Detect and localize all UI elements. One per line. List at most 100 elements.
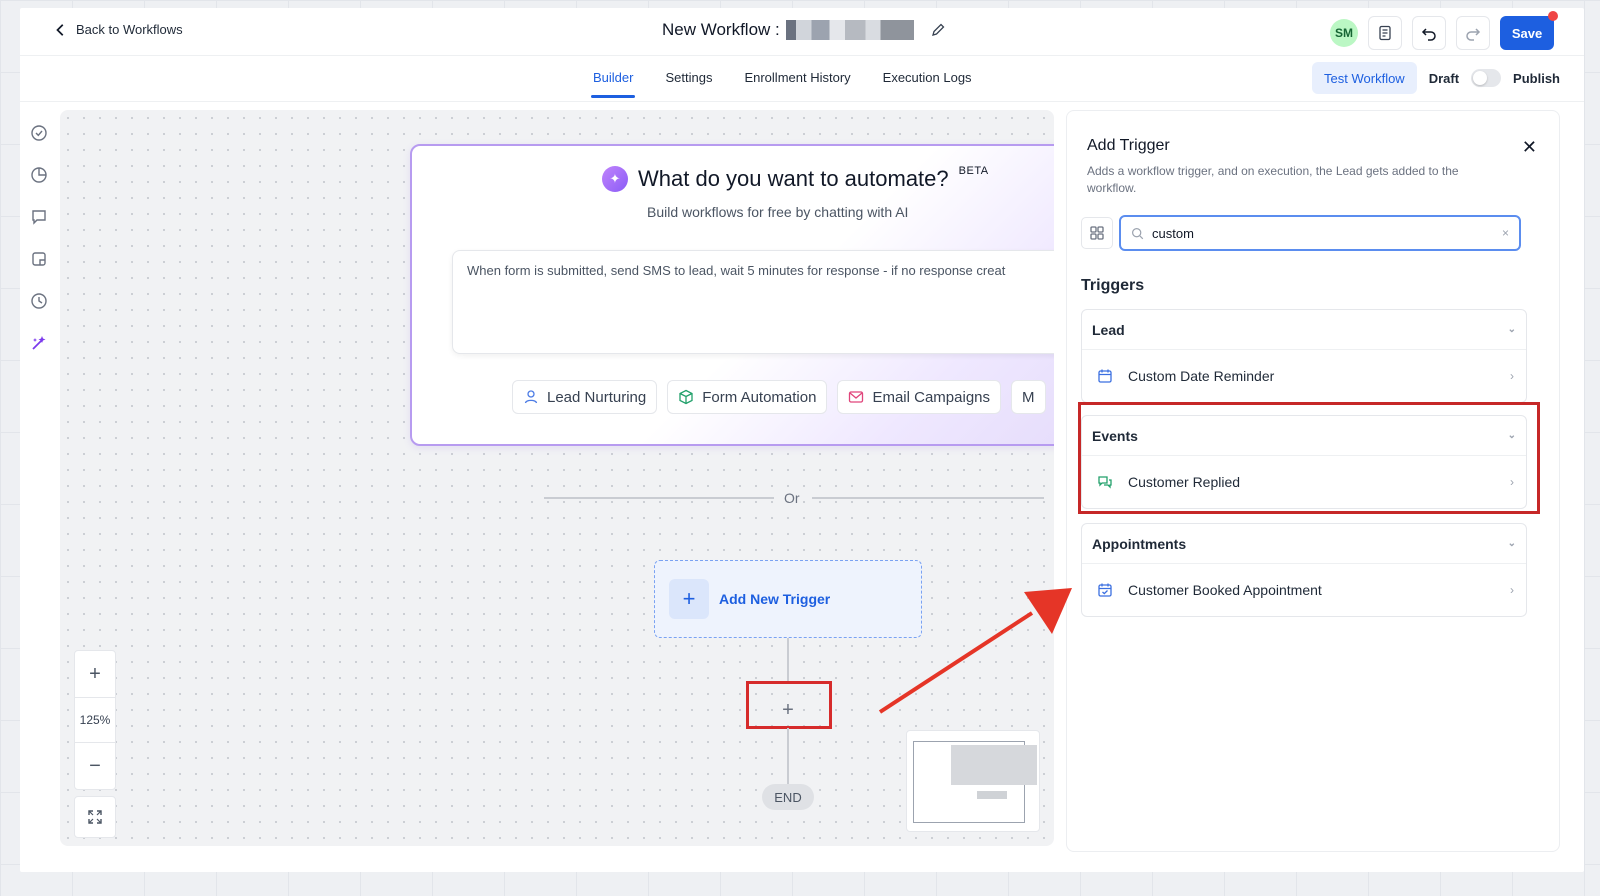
group-header-appointments[interactable]: Appointments ⌄	[1082, 524, 1526, 564]
calendar-icon	[1094, 365, 1116, 387]
publish-label: Publish	[1513, 70, 1560, 86]
connector-line	[787, 638, 789, 684]
chevron-left-icon	[56, 23, 64, 36]
grid-icon	[1090, 226, 1104, 240]
add-trigger-label: Add New Trigger	[719, 591, 831, 607]
trigger-group-appointments: Appointments ⌄ Customer Booked Appointme…	[1081, 523, 1527, 617]
group-title: Lead	[1092, 321, 1125, 338]
user-icon	[524, 390, 538, 404]
test-workflow-button[interactable]: Test Workflow	[1312, 62, 1417, 94]
search-icon	[1132, 227, 1144, 239]
chip-email-campaigns[interactable]: Email Campaigns	[837, 380, 1001, 414]
highlight-box-events	[1078, 402, 1540, 514]
draft-label: Draft	[1428, 70, 1460, 86]
undo-button[interactable]	[1412, 16, 1446, 50]
zoom-out-button[interactable]: −	[75, 743, 115, 789]
chevron-down-icon: ⌄	[1507, 538, 1516, 549]
tab-actions: Test Workflow Draft Publish	[1312, 62, 1560, 94]
chip-label: Form Automation	[702, 388, 817, 406]
document-button[interactable]	[1368, 16, 1402, 50]
fit-view-button[interactable]	[74, 796, 116, 838]
grid-view-button[interactable]	[1081, 217, 1113, 249]
panel-description: Adds a workflow trigger, and on executio…	[1087, 164, 1459, 195]
undo-icon	[1421, 28, 1436, 41]
close-icon[interactable]: ✕	[1522, 137, 1537, 158]
back-to-workflows-link[interactable]: Back to Workflows	[54, 22, 183, 37]
calendar-check-icon	[1094, 579, 1116, 601]
back-label: Back to Workflows	[76, 22, 183, 37]
ai-sparkle-icon: ✦	[602, 166, 628, 192]
chip-label: M	[1022, 388, 1035, 406]
trigger-item-customer-booked-appointment[interactable]: Customer Booked Appointment ›	[1082, 564, 1526, 616]
minimap[interactable]	[906, 730, 1040, 832]
check-circle-icon[interactable]	[30, 124, 48, 142]
workflow-title: New Workflow :	[662, 20, 946, 40]
trigger-item-custom-date-reminder[interactable]: Custom Date Reminder ›	[1082, 350, 1526, 402]
chip-more[interactable]: M	[1011, 380, 1046, 414]
avatar[interactable]: SM	[1330, 19, 1358, 47]
workflow-title-text: New Workflow :	[662, 20, 780, 39]
ai-card-header: ✦ What do you want to automate? BETA	[602, 165, 989, 192]
publish-toggle[interactable]	[1471, 69, 1502, 87]
divider-line	[812, 497, 1044, 499]
suggestion-chips: Lead Nurturing Form Automation Email Cam…	[512, 380, 1046, 414]
plus-icon: +	[669, 579, 709, 619]
redo-icon	[1466, 28, 1481, 41]
redo-button[interactable]	[1456, 16, 1490, 50]
comment-icon[interactable]	[30, 208, 48, 226]
group-title: Appointments	[1092, 535, 1187, 552]
tab-settings[interactable]: Settings	[665, 56, 712, 102]
redacted-workflow-name	[785, 20, 914, 40]
or-divider: Or	[544, 488, 1044, 508]
trigger-search-field[interactable]: ×	[1119, 215, 1521, 251]
magic-sparkle-icon[interactable]	[30, 334, 48, 352]
chip-form-automation[interactable]: Form Automation	[667, 380, 828, 414]
trigger-item-label: Custom Date Reminder	[1128, 368, 1275, 384]
trigger-group-lead: Lead ⌄ Custom Date Reminder ›	[1081, 309, 1527, 403]
expand-icon	[88, 810, 102, 824]
chip-label: Lead Nurturing	[547, 388, 647, 406]
pencil-icon[interactable]	[930, 22, 946, 38]
search-input[interactable]	[1152, 225, 1494, 241]
zoom-box: + 125% −	[74, 650, 116, 790]
note-icon[interactable]	[30, 250, 48, 268]
zoom-in-button[interactable]: +	[75, 651, 115, 697]
save-label: Save	[1511, 25, 1543, 41]
mail-icon	[849, 391, 864, 403]
group-header-lead[interactable]: Lead ⌄	[1082, 310, 1526, 350]
panel-title: Add Trigger	[1087, 137, 1170, 154]
connector-line	[787, 728, 789, 784]
zoom-controls: + 125% −	[74, 650, 116, 838]
minimap-node	[977, 791, 1007, 799]
header-actions: SM Save	[1330, 11, 1558, 50]
chevron-down-icon: ⌄	[1507, 324, 1516, 335]
ai-builder-card: ✦ What do you want to automate? BETA Bui…	[410, 144, 1054, 446]
save-button[interactable]: Save	[1500, 11, 1558, 50]
pie-chart-icon[interactable]	[30, 166, 48, 184]
document-icon	[1379, 25, 1391, 41]
highlight-box-add-action	[746, 681, 832, 729]
history-icon[interactable]	[30, 292, 48, 310]
or-text: Or	[784, 490, 800, 506]
end-node: END	[762, 784, 814, 810]
zoom-level: 125%	[75, 697, 115, 743]
notification-dot	[1548, 11, 1558, 21]
tab-execution-logs[interactable]: Execution Logs	[883, 56, 972, 102]
trigger-item-label: Customer Booked Appointment	[1128, 582, 1322, 598]
cube-icon	[679, 389, 693, 405]
left-rail	[20, 104, 58, 872]
minimap-node	[951, 745, 1037, 785]
ai-prompt-input[interactable]: When form is submitted, send SMS to lead…	[452, 250, 1054, 354]
triggers-section-title: Triggers	[1081, 277, 1145, 294]
add-new-trigger-node[interactable]: + Add New Trigger	[654, 560, 922, 638]
tab-enrollment-history[interactable]: Enrollment History	[744, 56, 850, 102]
tab-row: Builder Settings Enrollment History Exec…	[20, 56, 1584, 102]
tab-builder[interactable]: Builder	[590, 56, 636, 102]
clear-search-icon[interactable]: ×	[1502, 226, 1509, 240]
tab-list: Builder Settings Enrollment History Exec…	[590, 56, 972, 102]
workflow-canvas[interactable]: ✦ What do you want to automate? BETA Bui…	[60, 110, 1054, 846]
top-header: Back to Workflows New Workflow : SM Save	[20, 8, 1584, 56]
ai-card-title: What do you want to automate?	[638, 166, 949, 191]
chip-lead-nurturing[interactable]: Lead Nurturing	[512, 380, 658, 414]
chip-label: Email Campaigns	[872, 388, 990, 406]
